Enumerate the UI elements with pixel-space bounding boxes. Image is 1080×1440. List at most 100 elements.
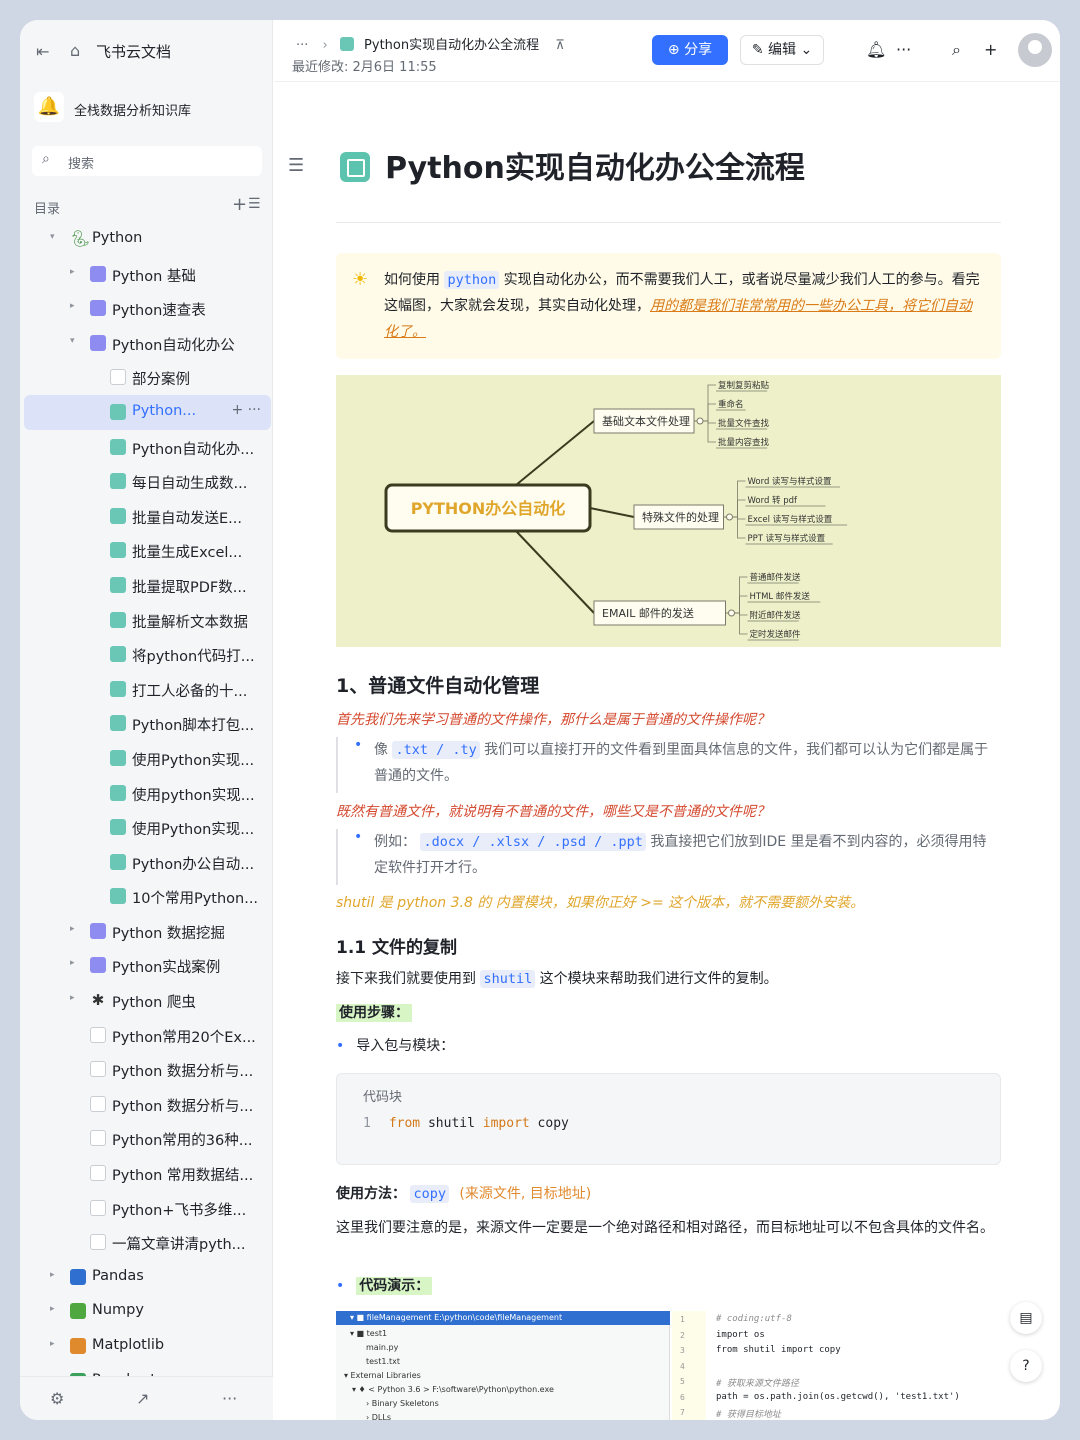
mindmap-root-label: PYTHON办公自动化 xyxy=(411,499,566,518)
share-out-icon[interactable]: ↗ xyxy=(136,1389,149,1408)
sidebar-item[interactable]: Python自动化办... xyxy=(20,430,273,465)
callout-pre: 如何使用 xyxy=(384,272,445,288)
inline-code: .docx / .xlsx / .psd / .ppt xyxy=(420,833,646,851)
plain-icon xyxy=(90,1199,106,1216)
settings-icon[interactable]: ⚙ xyxy=(50,1389,64,1408)
doc-icon xyxy=(110,542,126,559)
chevron-down-icon[interactable]: ▾ xyxy=(50,232,55,242)
ide-tree-row: main.py xyxy=(366,1343,399,1352)
quote-1-text[interactable]: 像 .txt / .ty 我们可以直接打开的文件看到里面具体信息的文件，我们都可… xyxy=(374,737,994,789)
notification-bell-icon[interactable]: 🔔︎ xyxy=(866,40,886,59)
sidebar-item[interactable]: 一篇文章讲清pyth... xyxy=(20,1225,273,1260)
mindmap-leaf-connector xyxy=(703,403,716,422)
chevron-right-icon[interactable]: ▸ xyxy=(70,993,75,1003)
sidebar-item[interactable]: ▸ Pandas xyxy=(20,1260,273,1295)
sidebar-search-input[interactable]: ⌕ 搜索 xyxy=(32,146,262,176)
section-heading-1-1[interactable]: 1.1 文件的复制 xyxy=(336,933,457,958)
step-1[interactable]: • 导入包与模块： xyxy=(336,1033,1001,1059)
mindmap-leaf-connector xyxy=(734,612,748,635)
sidebar-item[interactable]: ▾ 🐍︎ Python xyxy=(20,222,273,257)
sidebar-item[interactable]: ▸ Numpy xyxy=(20,1294,273,1329)
code-block[interactable]: 代码块 1 from shutil import copy xyxy=(336,1073,1001,1165)
avatar[interactable] xyxy=(1018,33,1052,67)
share-button[interactable]: ⊕ 分享 xyxy=(652,35,728,65)
section-heading-1[interactable]: 1、普通文件自动化管理 xyxy=(336,671,539,698)
question-1[interactable]: 首先我们先来学习普通的文件操作，那什么是属于普通的文件操作呢？ xyxy=(336,709,770,729)
add-page-icon[interactable]: + xyxy=(232,194,247,215)
sidebar-item[interactable]: ▾ Python自动化办公 xyxy=(20,326,273,361)
sidebar-item[interactable]: 批量生成Excel... xyxy=(20,533,273,568)
sidebar-item[interactable]: 批量提取PDF数... xyxy=(20,568,273,603)
sidebar-item[interactable]: 使用Python实现... xyxy=(20,741,273,776)
search-icon[interactable]: ⌕ xyxy=(952,40,961,60)
paragraph-shutil[interactable]: 接下来我们就要使用到 shutil 这个模块来帮助我们进行文件的复制。 xyxy=(336,966,1001,992)
sidebar-item-label: Python... xyxy=(132,402,197,419)
steps-label[interactable]: 使用步骤： xyxy=(336,1004,412,1022)
sidebar-item-label: 将python代码打... xyxy=(132,649,255,666)
sidebar-item[interactable]: Python办公自动... xyxy=(20,845,273,880)
sidebar-item[interactable]: 部分案例 xyxy=(20,360,273,395)
sidebar-item[interactable]: ▸ Python 基础 xyxy=(20,257,273,292)
list-view-icon[interactable]: ☰ xyxy=(248,196,261,212)
chevron-right-icon[interactable]: ▸ xyxy=(70,958,75,968)
sidebar-item[interactable]: ▸ Python 数据挖掘 xyxy=(20,914,273,949)
knowledge-base-header[interactable]: 🔔 全栈数据分析知识库 xyxy=(34,92,264,126)
more-options-icon[interactable]: ··· xyxy=(896,40,911,59)
shutil-note[interactable]: shutil 是 python 3.8 的 内置模块，如果你正好 >= 这个版本… xyxy=(336,892,864,912)
chevron-right-icon[interactable]: ▸ xyxy=(50,1270,55,1280)
sidebar-item[interactable]: ▸ Python实战案例 xyxy=(20,948,273,983)
help-button[interactable]: ? xyxy=(1010,1350,1042,1382)
breadcrumb-doc-name[interactable]: Python实现自动化办公全流程 xyxy=(364,38,539,53)
chevron-right-icon[interactable]: ▸ xyxy=(70,301,75,311)
ide-line-number: 6 xyxy=(680,1392,685,1402)
bell-icon: 🔔 xyxy=(34,92,64,122)
sidebar-item[interactable]: 每日自动生成数... xyxy=(20,464,273,499)
sidebar-item[interactable]: Python常用20个Ex... xyxy=(20,1018,273,1053)
sidebar-item[interactable]: 使用python实现... xyxy=(20,776,273,811)
collapse-sidebar-icon[interactable]: ⇤ xyxy=(36,42,49,61)
callout-text[interactable]: 如何使用 python 实现自动化办公，而不需要我们人工，或者说尽量减少我们人工… xyxy=(384,267,984,345)
pin-icon[interactable]: ⊼ xyxy=(555,38,565,53)
sidebar-item[interactable]: 打工人必备的十... xyxy=(20,672,273,707)
sidebar-item[interactable]: 批量自动发送E... xyxy=(20,499,273,534)
item-actions[interactable]: + ··· xyxy=(231,402,261,418)
sidebar-item[interactable]: Python 数据分析与... xyxy=(20,1052,273,1087)
sidebar-item[interactable]: 10个常用Python... xyxy=(20,879,273,914)
plain-icon xyxy=(90,1234,106,1251)
sidebar-item[interactable]: ▸ Python速查表 xyxy=(20,291,273,326)
sidebar-item[interactable]: Python+飞书多维... xyxy=(20,1191,273,1226)
edit-button[interactable]: ✎ 编辑 ⌄ xyxy=(740,35,824,65)
plain-icon xyxy=(90,1095,106,1112)
chevron-right-icon[interactable]: ▸ xyxy=(70,924,75,934)
chevron-right-icon[interactable]: ▸ xyxy=(50,1304,55,1314)
page-title-text[interactable]: Python实现自动化办公全流程 xyxy=(385,151,805,186)
quote-2-text[interactable]: 例如： .docx / .xlsx / .psd / .ppt 我直接把它们放到… xyxy=(374,829,994,881)
sidebar-item[interactable]: Python... + ··· xyxy=(24,394,271,430)
doc-icon xyxy=(110,819,126,836)
sidebar-item[interactable]: ▸ Matplotlib xyxy=(20,1329,273,1364)
breadcrumb-more[interactable]: ··· xyxy=(296,38,308,53)
paragraph-note[interactable]: 这里我们要注意的是，来源文件一定要是一个绝对路径和相对路径，而目标地址可以不包含… xyxy=(336,1215,1001,1241)
sidebar-item[interactable]: Python脚本打包... xyxy=(20,706,273,741)
demo-label[interactable]: 代码演示： xyxy=(356,1277,433,1295)
chevron-right-icon[interactable]: ▸ xyxy=(70,267,75,277)
home-icon[interactable]: ⌂ xyxy=(70,41,80,60)
chevron-right-icon[interactable]: ▸ xyxy=(50,1339,55,1349)
sidebar-item[interactable]: ▸ ✱ Python 爬虫 xyxy=(20,983,273,1018)
usage-row[interactable]: 使用方法： copy (来源文件, 目标地址) xyxy=(336,1183,591,1203)
sidebar-item[interactable]: Python 常用数据结... xyxy=(20,1156,273,1191)
question-2[interactable]: 既然有普通文件，就说明有不普通的文件，哪些又是不普通的文件呢？ xyxy=(336,801,770,821)
sidebar-item[interactable]: Python 数据分析与... xyxy=(20,1087,273,1122)
more-icon[interactable]: ··· xyxy=(222,1389,237,1408)
brand-name[interactable]: 飞书云文档 xyxy=(96,41,171,62)
add-icon[interactable]: + xyxy=(984,40,997,59)
sidebar-item[interactable]: 使用Python实现... xyxy=(20,810,273,845)
doc-info-button[interactable]: ▤ xyxy=(1010,1302,1042,1334)
p1-post: 这个模块来帮助我们进行文件的复制。 xyxy=(535,971,778,987)
mindmap-leaf-label: 定时发送邮件 xyxy=(750,629,802,640)
sidebar-item[interactable]: 将python代码打... xyxy=(20,637,273,672)
sidebar-item[interactable]: Python常用的36种... xyxy=(20,1121,273,1156)
chevron-down-icon[interactable]: ▾ xyxy=(70,336,75,346)
outline-icon[interactable]: ☰ xyxy=(288,155,304,176)
sidebar-item[interactable]: 批量解析文本数据 xyxy=(20,603,273,638)
